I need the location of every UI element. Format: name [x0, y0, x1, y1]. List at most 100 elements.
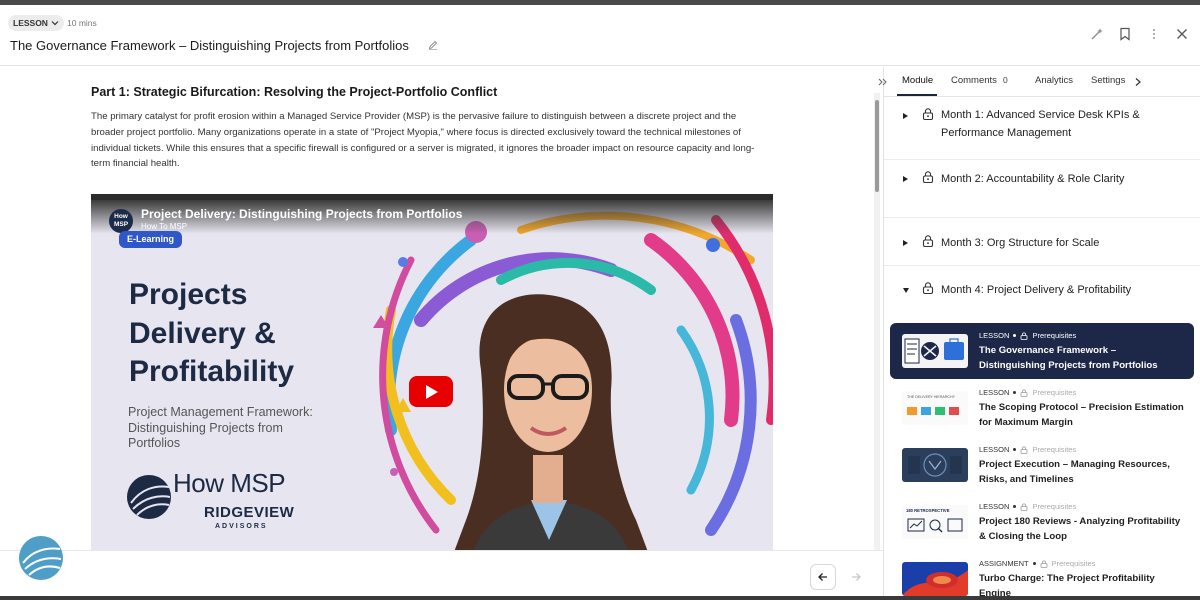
- video-heading-line-2: Delivery &: [129, 316, 276, 350]
- lesson-item-retrospective[interactable]: 180 RETROSPECTIVE LESSON Prerequisites Pr…: [890, 494, 1194, 550]
- lesson-item-meta: LESSON Prerequisites: [979, 502, 1076, 511]
- lesson-item-title: The Governance Framework – Distinguishin…: [979, 345, 1158, 371]
- prerequisites-label: Prerequisites: [1051, 559, 1096, 568]
- brand-advisors: ADVISORS: [215, 523, 268, 530]
- lesson-item-meta: LESSON Prerequisites: [979, 331, 1076, 340]
- arrow-left-icon: [818, 573, 827, 581]
- content-scrollbar-thumb[interactable]: [875, 100, 879, 192]
- module-month-1[interactable]: Month 1: Advanced Service Desk KPIs & Pe…: [884, 98, 1200, 160]
- chevron-right-icon[interactable]: [1134, 77, 1142, 87]
- page-title: The Governance Framework – Distinguishin…: [10, 38, 409, 53]
- lesson-item-governance[interactable]: LESSON Prerequisites The Governance Frame…: [890, 323, 1194, 379]
- video-player[interactable]: How MSP Project Delivery: Distinguishing…: [91, 194, 773, 550]
- lesson-thumbnail: [902, 562, 968, 596]
- section-title: Part 1: Strategic Bifurcation: Resolving…: [91, 85, 498, 99]
- lesson-item-title: Project 180 Reviews - Analyzing Profitab…: [979, 516, 1181, 542]
- active-tab-indicator: [897, 94, 937, 96]
- prerequisites-label: Prerequisites: [1032, 331, 1077, 340]
- more-options-icon[interactable]: [1147, 27, 1161, 41]
- module-label: Month 4: Project Delivery & Profitabilit…: [941, 284, 1132, 296]
- tab-comments-label: Comments: [951, 75, 997, 86]
- magic-wand-icon[interactable]: [1090, 27, 1104, 41]
- ridgeview-logo-icon[interactable]: [18, 535, 64, 581]
- separator-dot: [1032, 562, 1036, 565]
- module-month-3[interactable]: Month 3: Org Structure for Scale: [884, 218, 1200, 266]
- lesson-item-title: The Scoping Protocol – Precision Estimat…: [979, 402, 1184, 428]
- separator-dot: [1013, 505, 1017, 508]
- lesson-type-dropdown[interactable]: LESSON: [8, 15, 64, 31]
- video-subheading: Project Management Framework: Distinguis…: [128, 405, 313, 450]
- lesson-thumbnail: [902, 334, 968, 368]
- next-lesson-button[interactable]: [843, 564, 869, 590]
- separator-dot: [1013, 334, 1017, 337]
- chevron-down-icon: [51, 21, 59, 26]
- lesson-thumbnail: 180 RETROSPECTIVE: [902, 505, 968, 539]
- bottom-window-edge: [0, 596, 1200, 600]
- video-title[interactable]: Project Delivery: Distinguishing Project…: [141, 207, 462, 221]
- caret-right-icon: [903, 240, 908, 246]
- item-type-label: LESSON: [979, 502, 1010, 511]
- tab-module[interactable]: Module: [902, 75, 933, 86]
- lesson-item-title: Project Execution – Managing Resources, …: [979, 459, 1170, 485]
- lesson-item-meta: LESSON Prerequisites: [979, 445, 1076, 454]
- lock-icon: [1021, 332, 1028, 340]
- lesson-paragraph: The primary catalyst for profit erosion …: [91, 111, 755, 170]
- item-type-label: LESSON: [979, 445, 1010, 454]
- video-heading: Projects Delivery & Profitability: [129, 276, 369, 392]
- e-learning-tag: E-Learning: [119, 231, 183, 248]
- close-icon[interactable]: [1175, 27, 1189, 41]
- separator-dot: [1013, 448, 1017, 451]
- lock-icon: [1021, 389, 1028, 397]
- channel-logo[interactable]: How MSP: [109, 209, 133, 233]
- lock-icon: [922, 171, 934, 184]
- lock-icon: [922, 235, 934, 248]
- lesson-item-turbo-charge[interactable]: ASSIGNMENT Prerequisites Turbo Charge: Th…: [890, 551, 1194, 596]
- tab-analytics[interactable]: Analytics: [1035, 75, 1073, 86]
- video-heading-line-3: Profitability: [129, 355, 295, 388]
- module-label: Month 3: Org Structure for Scale: [941, 237, 1100, 249]
- lesson-item-meta: ASSIGNMENT Prerequisites: [979, 559, 1095, 568]
- prerequisites-label: Prerequisites: [1032, 445, 1077, 454]
- lesson-thumbnail: THE DELIVERY HIERARCHY: [902, 391, 968, 425]
- lock-icon: [922, 108, 934, 121]
- video-heading-line-1: Projects: [129, 278, 248, 311]
- caret-right-icon: [903, 113, 908, 119]
- sidebar-tabs: Module Comments 0 Analytics Settings: [878, 67, 1200, 97]
- separator-dot: [1013, 391, 1017, 394]
- previous-lesson-button[interactable]: [810, 564, 836, 590]
- globe-emblem-icon: [127, 475, 171, 519]
- brand-how-msp: How MSP: [173, 468, 286, 498]
- comments-count: 0: [1002, 75, 1008, 85]
- lock-icon: [1021, 446, 1028, 454]
- thumb-caption: 180 RETROSPECTIVE: [906, 508, 950, 513]
- prerequisites-label: Prerequisites: [1032, 388, 1077, 397]
- pencil-icon[interactable]: [428, 40, 438, 50]
- module-month-4[interactable]: Month 4: Project Delivery & Profitabilit…: [884, 266, 1200, 320]
- lesson-item-meta: LESSON Prerequisites: [979, 388, 1076, 397]
- item-type-label: LESSON: [979, 331, 1010, 340]
- module-month-2[interactable]: Month 2: Accountability & Role Clarity: [884, 160, 1200, 218]
- lesson-item-execution[interactable]: LESSON Prerequisites Project Execution – …: [890, 437, 1194, 493]
- lesson-duration: 10 mins: [67, 18, 97, 28]
- play-button[interactable]: [409, 376, 453, 407]
- brand-ridgeview: RIDGEVIEW: [204, 504, 295, 521]
- lesson-thumbnail: [902, 448, 968, 482]
- video-channel: How To MSP: [141, 222, 188, 231]
- tab-settings[interactable]: Settings: [1091, 75, 1125, 86]
- caret-down-icon: [903, 288, 909, 293]
- lesson-chip-label: LESSON: [13, 18, 48, 28]
- item-type-label: ASSIGNMENT: [979, 559, 1029, 568]
- lesson-item-scoping[interactable]: THE DELIVERY HIERARCHY LESSON Prerequisit…: [890, 380, 1194, 436]
- tab-comments[interactable]: Comments 0: [951, 75, 1008, 86]
- lock-icon: [1021, 503, 1028, 511]
- arrow-right-icon: [852, 573, 861, 581]
- caret-right-icon: [903, 176, 908, 182]
- prerequisites-label: Prerequisites: [1032, 502, 1077, 511]
- thumb-caption: THE DELIVERY HIERARCHY: [907, 395, 956, 399]
- collapse-panel-icon[interactable]: [877, 76, 889, 88]
- lesson-content: Part 1: Strategic Bifurcation: Resolving…: [0, 67, 872, 550]
- module-label: Month 2: Accountability & Role Clarity: [941, 173, 1125, 185]
- bookmark-icon[interactable]: [1118, 27, 1132, 41]
- course-sidebar: Module Comments 0 Analytics Settings Mont…: [878, 67, 1200, 596]
- lesson-item-title: Turbo Charge: The Project Profitability …: [979, 573, 1155, 596]
